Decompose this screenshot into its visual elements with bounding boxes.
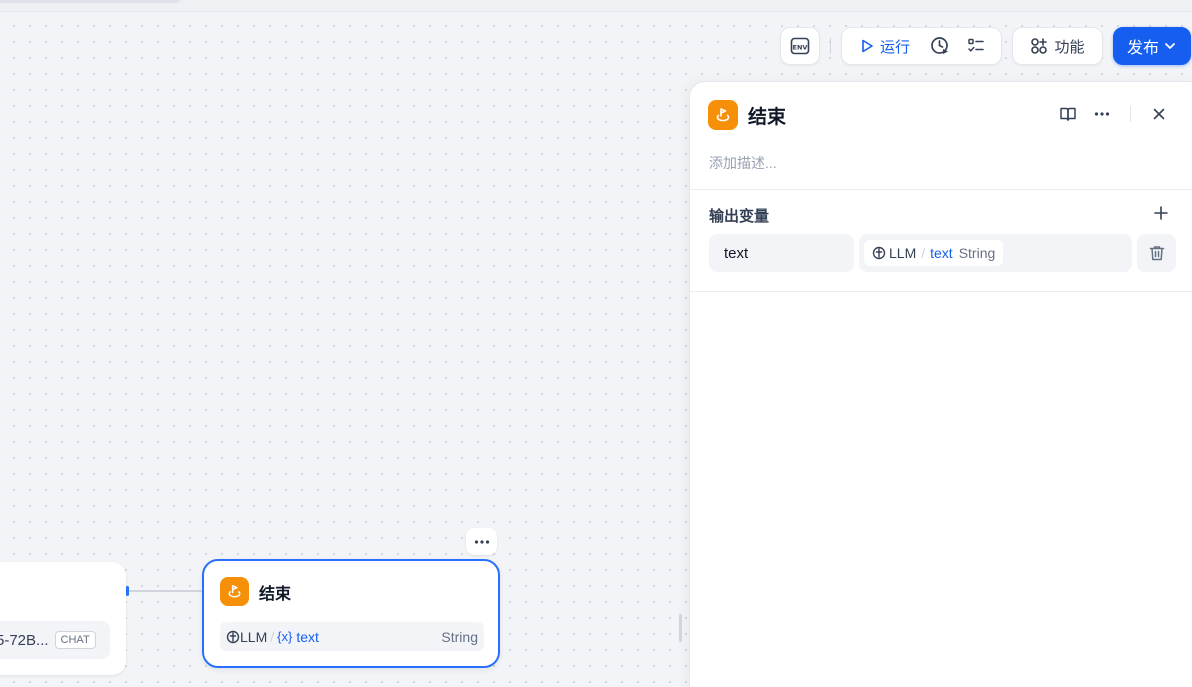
more-horizontal-icon xyxy=(474,539,489,544)
source-variable-name: text xyxy=(296,628,319,645)
model-row: 5-72B... CHAT xyxy=(0,621,110,659)
run-label: 运行 xyxy=(880,38,911,56)
publish-label: 发布 xyxy=(1126,40,1159,57)
checklist-icon xyxy=(968,38,984,52)
model-name: 5-72B... xyxy=(0,631,49,649)
features-grid-icon xyxy=(1031,38,1048,54)
panel-divider-bottom xyxy=(690,291,1192,292)
end-flag-icon xyxy=(228,585,241,598)
publish-button[interactable]: 发布 xyxy=(1113,27,1191,65)
variable-reference-chip: LLM / text String xyxy=(864,240,1004,266)
variable-type: String xyxy=(441,628,478,645)
more-horizontal-icon xyxy=(1094,112,1110,116)
run-button-group: 运行 xyxy=(841,27,1002,65)
output-variables-title: 输出变量 xyxy=(709,208,770,225)
tab-hint xyxy=(0,0,180,3)
workflow-edge[interactable] xyxy=(127,590,203,592)
svg-text:ENV: ENV xyxy=(793,43,808,51)
delete-variable-button[interactable] xyxy=(1137,234,1176,272)
end-flag-icon xyxy=(716,108,730,122)
end-node-icon xyxy=(708,100,738,130)
top-bar xyxy=(0,0,1192,12)
node-more-button[interactable] xyxy=(466,528,497,555)
panel-title: 结束 xyxy=(748,106,787,128)
variable-type: String xyxy=(958,245,996,261)
llm-node-icon xyxy=(872,246,886,260)
end-node-icon xyxy=(220,577,249,606)
play-icon xyxy=(862,39,873,53)
features-label: 功能 xyxy=(1054,38,1085,56)
output-variable-name-input[interactable]: text xyxy=(709,234,854,272)
path-separator: / xyxy=(270,628,275,645)
run-history-button[interactable] xyxy=(922,28,958,64)
book-open-icon xyxy=(1060,107,1076,121)
env-icon: ENV xyxy=(790,37,810,55)
end-node-header: 结束 xyxy=(220,577,291,606)
env-button[interactable]: ENV xyxy=(780,27,820,65)
history-clock-icon xyxy=(931,37,948,54)
source-node-name: LLM xyxy=(889,245,917,261)
path-separator: / xyxy=(921,245,926,261)
source-node-name: LLM xyxy=(240,628,268,645)
output-variable-selector[interactable]: LLM / text String xyxy=(859,234,1132,272)
help-doc-button[interactable] xyxy=(1058,104,1078,124)
chat-badge: CHAT xyxy=(54,631,96,649)
actions-separator xyxy=(1130,106,1131,122)
panel-divider xyxy=(690,189,1192,190)
end-node-output-row: LLM / {x} text String xyxy=(220,622,484,651)
llm-node-icon xyxy=(226,630,240,643)
end-node-title: 结束 xyxy=(259,585,292,603)
run-button[interactable]: 运行 xyxy=(842,36,922,57)
end-node[interactable]: 结束 LLM / {x} text String xyxy=(202,559,500,668)
add-variable-button[interactable] xyxy=(1152,204,1170,222)
chevron-down-icon xyxy=(1165,43,1175,49)
plus-icon xyxy=(1154,206,1168,220)
llm-node[interactable]: 5-72B... CHAT xyxy=(0,562,126,675)
variable-prefix: {x} xyxy=(277,629,293,644)
source-variable-name: text xyxy=(930,245,953,261)
toolbar-separator xyxy=(830,38,831,54)
edge-handle[interactable] xyxy=(126,586,129,596)
features-button[interactable]: 功能 xyxy=(1012,27,1103,65)
panel-resize-handle[interactable] xyxy=(679,614,682,642)
trash-icon xyxy=(1149,246,1164,261)
checklist-button[interactable] xyxy=(958,28,994,64)
node-config-panel: 结束 添加描述... 输出变量 text LLM / text String xyxy=(689,81,1192,687)
panel-header: 结束 xyxy=(708,100,786,130)
description-input[interactable]: 添加描述... xyxy=(709,153,777,173)
close-icon xyxy=(1153,108,1165,120)
more-options-button[interactable] xyxy=(1092,104,1112,124)
close-panel-button[interactable] xyxy=(1149,104,1169,124)
panel-actions xyxy=(1058,104,1169,124)
